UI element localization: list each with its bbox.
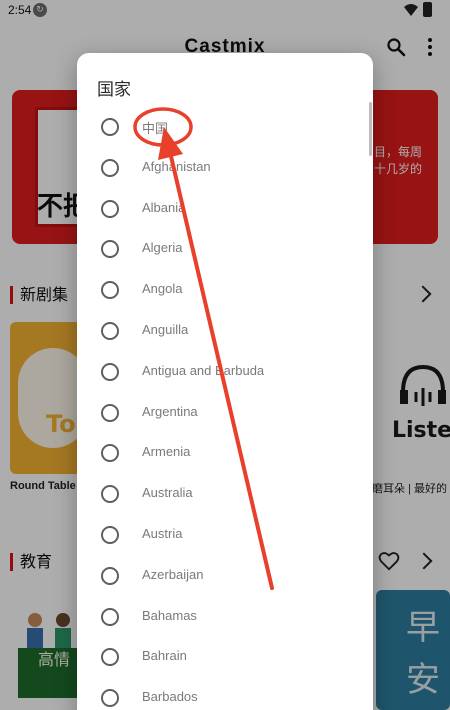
country-option[interactable]: Anguilla xyxy=(77,311,367,351)
country-option[interactable]: 中国 xyxy=(77,107,367,147)
radio-button-icon[interactable] xyxy=(101,118,119,136)
country-option[interactable]: Barbados xyxy=(77,678,367,710)
scrollbar[interactable] xyxy=(369,102,372,156)
country-select-dialog: 国家 中国 Afghanistan Albania Algeria Angola Angu… xyxy=(77,53,373,710)
country-option-label: Antigua and Barbuda xyxy=(142,362,265,378)
country-option-label: Barbados xyxy=(142,689,198,705)
country-option-label: Austria xyxy=(142,526,183,541)
radio-button-icon[interactable] xyxy=(101,240,119,259)
radio-button-icon[interactable] xyxy=(101,526,119,544)
radio-button-icon[interactable] xyxy=(101,607,119,626)
country-option[interactable]: Algeria xyxy=(77,229,367,269)
country-option[interactable]: Bahamas xyxy=(77,597,367,637)
radio-button-icon[interactable] xyxy=(101,362,119,381)
country-option[interactable]: Azerbaijan xyxy=(77,556,367,596)
country-option-label: Bahamas xyxy=(142,607,197,623)
country-option[interactable]: Argentina xyxy=(77,393,367,433)
country-option-label: Argentina xyxy=(142,403,198,419)
radio-button-icon[interactable] xyxy=(101,485,119,504)
country-option-label: Bahrain xyxy=(142,648,187,664)
country-option-label: Albania xyxy=(142,199,186,215)
radio-button-icon[interactable] xyxy=(101,158,119,177)
country-option[interactable]: Bahrain xyxy=(77,637,367,677)
country-option-label: Angola xyxy=(142,281,183,297)
country-option[interactable]: Austria xyxy=(77,515,367,555)
radio-button-icon[interactable] xyxy=(101,648,119,667)
radio-button-icon[interactable] xyxy=(101,199,119,218)
country-option[interactable]: Angola xyxy=(77,270,367,310)
radio-button-icon[interactable] xyxy=(101,689,119,708)
country-option[interactable]: Australia xyxy=(77,474,367,514)
country-option[interactable]: Afghanistan xyxy=(77,148,367,188)
country-option[interactable]: Antigua and Barbuda xyxy=(77,352,367,392)
radio-button-icon[interactable] xyxy=(101,566,119,585)
country-option-label: Anguilla xyxy=(142,322,189,337)
country-option-label: Armenia xyxy=(142,444,191,460)
country-option-label: 中国 xyxy=(142,121,169,136)
radio-button-icon[interactable] xyxy=(101,322,119,340)
country-option[interactable]: Armenia xyxy=(77,433,367,473)
country-option[interactable]: Albania xyxy=(77,189,367,229)
radio-button-icon[interactable] xyxy=(101,403,119,422)
radio-button-icon[interactable] xyxy=(101,281,119,300)
radio-button-icon[interactable] xyxy=(101,444,119,463)
country-option-label: Afghanistan xyxy=(142,158,211,174)
dialog-title: 国家 xyxy=(97,80,131,100)
country-option-label: Algeria xyxy=(142,240,183,256)
country-option-label: Azerbaijan xyxy=(142,566,204,582)
country-option-label: Australia xyxy=(142,485,193,501)
